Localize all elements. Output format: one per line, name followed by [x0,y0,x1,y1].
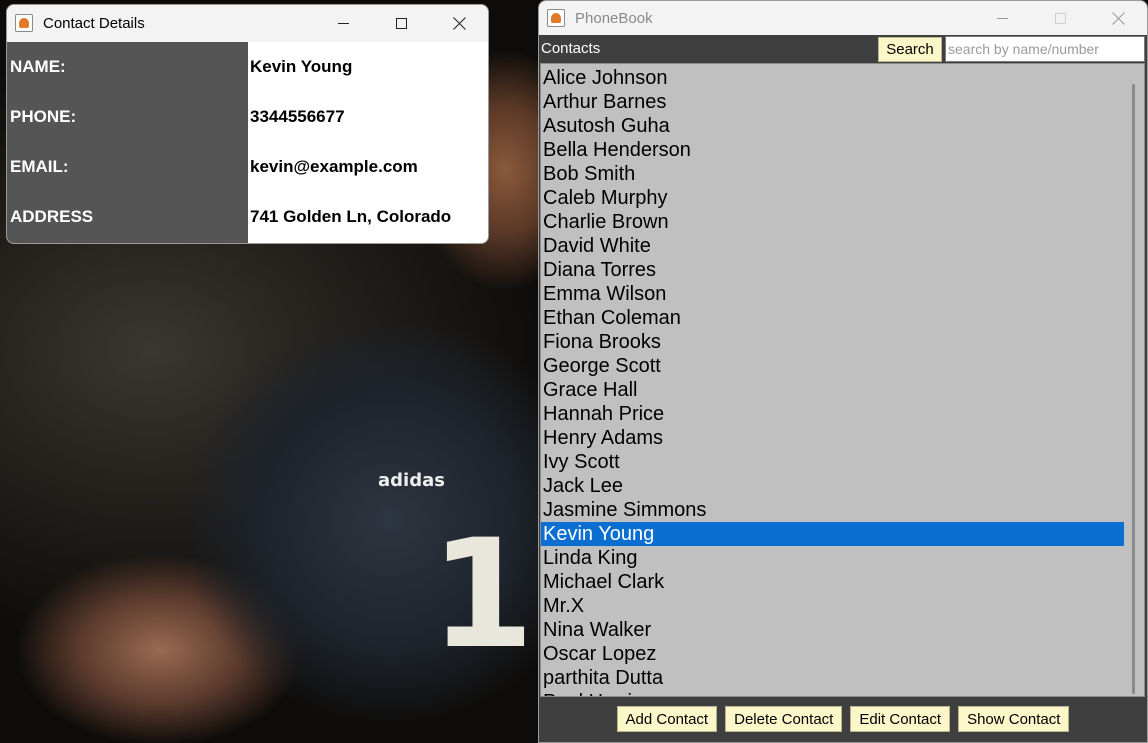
details-window-controls [314,5,488,41]
list-item[interactable]: Ethan Coleman [541,306,1124,330]
list-item[interactable]: Hannah Price [541,402,1124,426]
minimize-button[interactable] [973,1,1031,35]
list-item[interactable]: Fiona Brooks [541,330,1124,354]
list-item[interactable]: Arthur Barnes [541,90,1124,114]
close-icon [453,17,466,30]
list-item[interactable]: Charlie Brown [541,210,1124,234]
details-window-title: Contact Details [43,14,145,32]
list-item[interactable]: Bella Henderson [541,138,1124,162]
close-button[interactable] [430,5,488,41]
list-item[interactable]: George Scott [541,354,1124,378]
close-button[interactable] [1089,1,1147,35]
search-button[interactable]: Search [878,37,942,62]
vertical-scrollbar[interactable] [1124,64,1144,696]
maximize-button[interactable] [372,5,430,41]
maximize-button[interactable] [1031,1,1089,35]
list-item[interactable]: Paul Harris [541,690,1124,696]
list-item[interactable]: Jasmine Simmons [541,498,1124,522]
show-contact-button[interactable]: Show Contact [958,706,1070,732]
list-item[interactable]: Bob Smith [541,162,1124,186]
search-input[interactable] [945,36,1145,62]
contact-list-items: Alice Johnson Arthur Barnes Asutosh Guha Be… [541,66,1124,696]
list-item[interactable]: Linda King [541,546,1124,570]
list-item[interactable]: David White [541,234,1124,258]
list-item[interactable]: Caleb Murphy [541,186,1124,210]
jersey-brand-text: adidas [378,470,445,491]
list-item[interactable]: Emma Wilson [541,282,1124,306]
list-item[interactable]: Asutosh Guha [541,114,1124,138]
list-item[interactable]: Oscar Lopez [541,642,1124,666]
add-contact-button[interactable]: Add Contact [616,706,718,732]
phonebook-window: PhoneBook Contacts Search Alice JohnsonA… [538,0,1148,743]
phonebook-titlebar[interactable]: PhoneBook [539,1,1147,35]
close-icon [1112,12,1125,25]
delete-contact-button[interactable]: Delete Contact [725,706,843,732]
details-titlebar[interactable]: Contact Details [7,5,488,41]
java-app-icon [15,14,33,32]
minimize-icon [337,22,349,24]
name-label: NAME: [10,57,66,76]
list-item[interactable]: Alice Johnson [541,66,1124,90]
maximize-icon [1054,12,1066,24]
list-item-selected[interactable]: Kevin Young [541,522,1124,546]
address-label: ADDRESS [10,207,94,226]
email-value: kevin@example.com [250,157,418,176]
list-item[interactable]: Ivy Scott [541,450,1124,474]
list-item[interactable]: Mr.X [541,594,1124,618]
name-value: Kevin Young [250,57,353,76]
phone-value: 3344556677 [250,107,345,126]
address-value: 741 Golden Ln, Colorado [250,207,452,226]
details-value-column: Kevin Young 3344556677 kevin@example.com… [248,42,488,243]
list-item[interactable]: Grace Hall [541,378,1124,402]
minimize-icon [996,17,1008,19]
minimize-button[interactable] [314,5,372,41]
email-label: EMAIL: [10,157,69,176]
list-item[interactable]: Diana Torres [541,258,1124,282]
action-bar: Add Contact Delete Contact Edit Contact … [539,698,1147,742]
phonebook-window-title: PhoneBook [575,9,653,27]
scrollbar-thumb[interactable] [1132,84,1135,694]
phonebook-window-controls [973,1,1147,37]
search-bar: Contacts Search [539,36,1147,63]
contacts-label: Contacts [541,40,601,57]
edit-contact-button[interactable]: Edit Contact [850,706,951,732]
list-item[interactable]: Henry Adams [541,426,1124,450]
java-app-icon [547,9,565,27]
list-item[interactable]: Jack Lee [541,474,1124,498]
details-body: NAME: PHONE: EMAIL: ADDRESS Kevin Young … [7,42,488,243]
maximize-icon [395,17,407,29]
phone-label: PHONE: [10,107,77,126]
details-label-column: NAME: PHONE: EMAIL: ADDRESS [7,42,248,243]
contact-list[interactable]: Alice Johnson Arthur Barnes Asutosh Guha Be… [540,63,1145,697]
list-item[interactable]: parthita Dutta [541,666,1124,690]
list-item[interactable]: Michael Clark [541,570,1124,594]
list-item[interactable]: Nina Walker [541,618,1124,642]
contact-details-window: Contact Details NAME: PHONE: EMAIL: ADDR… [6,4,489,244]
